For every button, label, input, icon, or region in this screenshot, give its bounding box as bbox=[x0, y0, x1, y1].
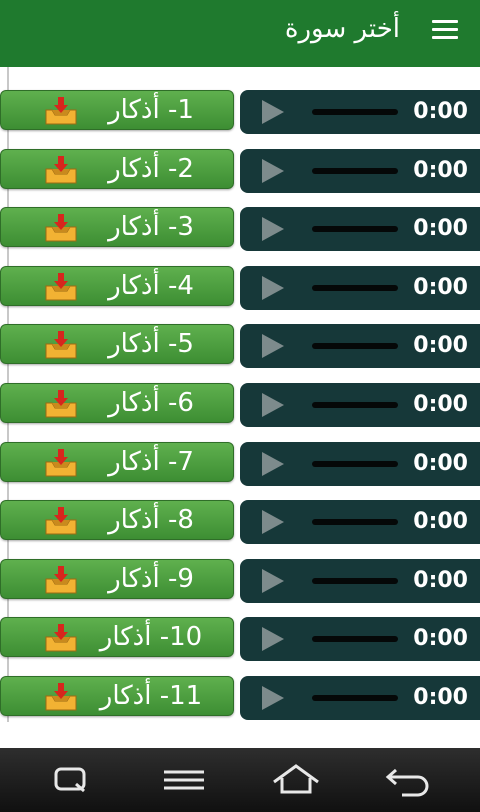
play-icon[interactable] bbox=[262, 569, 284, 593]
audio-player: 0:00 bbox=[240, 324, 480, 368]
track-label-button[interactable]: 4- أذكار bbox=[0, 266, 234, 306]
track-label-button[interactable]: 2- أذكار bbox=[0, 149, 234, 189]
elapsed-time: 0:00 bbox=[413, 509, 468, 534]
audio-player: 0:00 bbox=[240, 383, 480, 427]
play-icon[interactable] bbox=[262, 452, 284, 476]
track-label: 7- أذكار bbox=[108, 447, 194, 477]
download-tray-icon[interactable] bbox=[44, 213, 78, 243]
track-label: 3- أذكار bbox=[108, 212, 194, 242]
audio-player: 0:00 bbox=[240, 90, 480, 134]
audio-player: 0:00 bbox=[240, 442, 480, 486]
play-icon[interactable] bbox=[262, 334, 284, 358]
seek-bar[interactable] bbox=[312, 285, 398, 291]
page-title: أختر سورة bbox=[284, 14, 400, 44]
play-icon[interactable] bbox=[262, 276, 284, 300]
elapsed-time: 0:00 bbox=[413, 158, 468, 183]
seek-bar[interactable] bbox=[312, 578, 398, 584]
track-row: 8- أذكار 0:00 bbox=[0, 500, 480, 544]
back-icon[interactable] bbox=[382, 760, 434, 800]
track-row: 5- أذكار 0:00 bbox=[0, 324, 480, 368]
seek-bar[interactable] bbox=[312, 695, 398, 701]
seek-bar[interactable] bbox=[312, 636, 398, 642]
track-row: 9- أذكار 0:00 bbox=[0, 559, 480, 603]
elapsed-time: 0:00 bbox=[413, 392, 468, 417]
play-icon[interactable] bbox=[262, 510, 284, 534]
track-label-button[interactable]: 11- أذكار bbox=[0, 676, 234, 716]
play-icon[interactable] bbox=[262, 217, 284, 241]
system-nav-bar bbox=[0, 748, 480, 812]
track-label: 4- أذكار bbox=[108, 271, 194, 301]
track-row: 10- أذكار 0:00 bbox=[0, 617, 480, 661]
track-row: 4- أذكار 0:00 bbox=[0, 266, 480, 310]
track-label: 6- أذكار bbox=[108, 388, 194, 418]
download-tray-icon[interactable] bbox=[44, 565, 78, 595]
play-icon[interactable] bbox=[262, 100, 284, 124]
seek-bar[interactable] bbox=[312, 461, 398, 467]
track-label-button[interactable]: 8- أذكار bbox=[0, 500, 234, 540]
track-label-button[interactable]: 9- أذكار bbox=[0, 559, 234, 599]
track-label: 8- أذكار bbox=[108, 505, 194, 535]
seek-bar[interactable] bbox=[312, 519, 398, 525]
track-row: 3- أذكار 0:00 bbox=[0, 207, 480, 251]
download-tray-icon[interactable] bbox=[44, 623, 78, 653]
track-label-button[interactable]: 10- أذكار bbox=[0, 617, 234, 657]
track-row: 2- أذكار 0:00 bbox=[0, 149, 480, 193]
play-icon[interactable] bbox=[262, 393, 284, 417]
download-tray-icon[interactable] bbox=[44, 389, 78, 419]
track-label-button[interactable]: 1- أذكار bbox=[0, 90, 234, 130]
download-tray-icon[interactable] bbox=[44, 330, 78, 360]
menu-icon[interactable] bbox=[158, 760, 210, 800]
elapsed-time: 0:00 bbox=[413, 451, 468, 476]
track-label: 9- أذكار bbox=[108, 564, 194, 594]
elapsed-time: 0:00 bbox=[413, 275, 468, 300]
hamburger-menu-icon[interactable] bbox=[432, 20, 458, 40]
download-tray-icon[interactable] bbox=[44, 506, 78, 536]
seek-bar[interactable] bbox=[312, 109, 398, 115]
track-label: 2- أذكار bbox=[108, 154, 194, 184]
track-row: 11- أذكار 0:00 bbox=[0, 676, 480, 720]
download-tray-icon[interactable] bbox=[44, 96, 78, 126]
track-label-button[interactable]: 6- أذكار bbox=[0, 383, 234, 423]
elapsed-time: 0:00 bbox=[413, 333, 468, 358]
app-bar: أختر سورة bbox=[0, 0, 480, 67]
play-icon[interactable] bbox=[262, 686, 284, 710]
download-tray-icon[interactable] bbox=[44, 272, 78, 302]
seek-bar[interactable] bbox=[312, 226, 398, 232]
audio-player: 0:00 bbox=[240, 617, 480, 661]
audio-player: 0:00 bbox=[240, 559, 480, 603]
elapsed-time: 0:00 bbox=[413, 568, 468, 593]
elapsed-time: 0:00 bbox=[413, 626, 468, 651]
elapsed-time: 0:00 bbox=[413, 216, 468, 241]
elapsed-time: 0:00 bbox=[413, 99, 468, 124]
home-icon[interactable] bbox=[270, 760, 322, 800]
track-label-button[interactable]: 7- أذكار bbox=[0, 442, 234, 482]
track-row: 1- أذكار 0:00 bbox=[0, 90, 480, 134]
track-label: 11- أذكار bbox=[99, 681, 203, 711]
track-label-button[interactable]: 3- أذكار bbox=[0, 207, 234, 247]
play-icon[interactable] bbox=[262, 159, 284, 183]
download-tray-icon[interactable] bbox=[44, 448, 78, 478]
seek-bar[interactable] bbox=[312, 402, 398, 408]
track-row: 6- أذكار 0:00 bbox=[0, 383, 480, 427]
track-label: 5- أذكار bbox=[108, 329, 194, 359]
track-label: 1- أذكار bbox=[108, 95, 194, 125]
audio-player: 0:00 bbox=[240, 149, 480, 193]
audio-player: 0:00 bbox=[240, 676, 480, 720]
download-tray-icon[interactable] bbox=[44, 155, 78, 185]
audio-player: 0:00 bbox=[240, 207, 480, 251]
download-tray-icon[interactable] bbox=[44, 682, 78, 712]
search-icon[interactable] bbox=[46, 760, 98, 800]
audio-player: 0:00 bbox=[240, 266, 480, 310]
seek-bar[interactable] bbox=[312, 343, 398, 349]
seek-bar[interactable] bbox=[312, 168, 398, 174]
track-label: 10- أذكار bbox=[99, 622, 203, 652]
elapsed-time: 0:00 bbox=[413, 685, 468, 710]
track-label-button[interactable]: 5- أذكار bbox=[0, 324, 234, 364]
track-row: 7- أذكار 0:00 bbox=[0, 442, 480, 486]
play-icon[interactable] bbox=[262, 627, 284, 651]
audio-player: 0:00 bbox=[240, 500, 480, 544]
